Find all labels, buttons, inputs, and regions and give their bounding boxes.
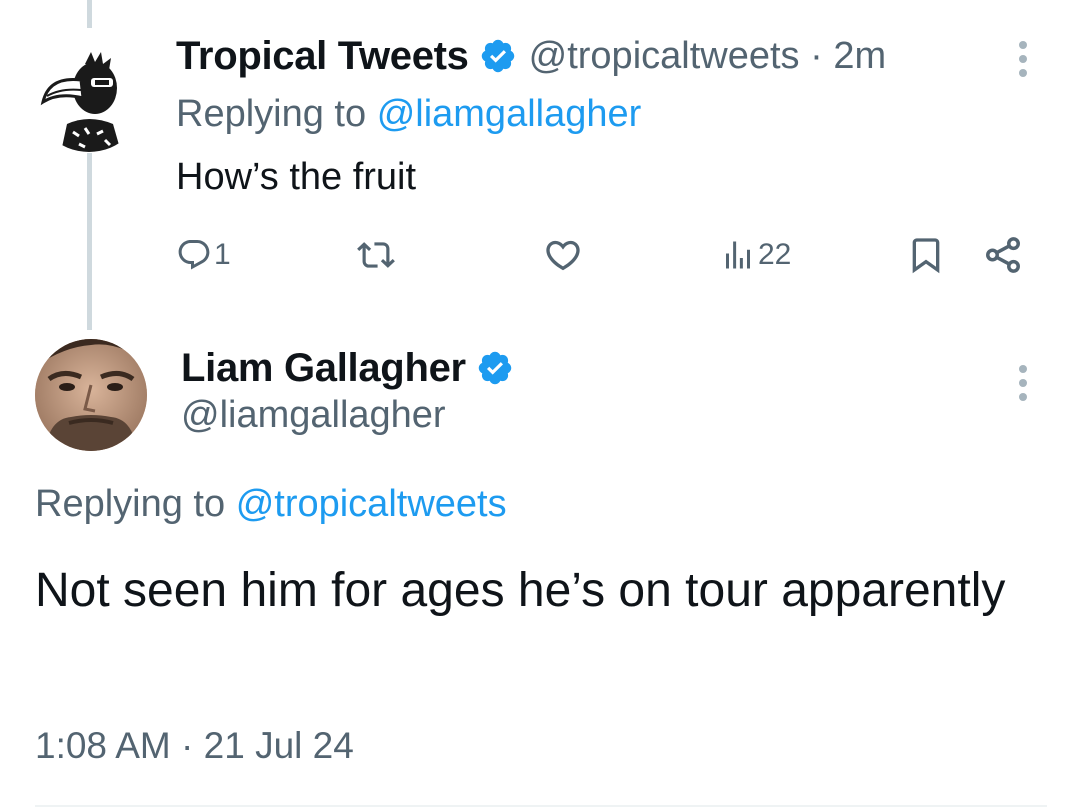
more-options-icon[interactable] [1016,365,1030,401]
reply-tweet-header: Tropical Tweets @tropicaltweets · 2m [176,30,886,82]
author-name[interactable]: Tropical Tweets [176,34,469,79]
bookmark-button[interactable] [906,230,946,280]
author-name[interactable]: Liam Gallagher [181,346,466,391]
reply-button[interactable]: 1 [176,230,231,280]
retweet-icon [357,236,395,274]
verified-badge-icon [476,349,514,387]
avatar[interactable] [35,339,147,451]
more-options-icon[interactable] [1016,41,1030,77]
bookmark-icon [906,235,946,275]
share-icon [982,234,1024,276]
author-handle[interactable]: @liamgallagher [181,394,446,437]
retweet-button[interactable] [357,230,397,280]
reply-icon [176,237,212,273]
avatar[interactable] [33,40,145,152]
views-button[interactable]: 22 [720,230,791,280]
reply-count: 1 [214,238,231,271]
main-tweet-text: Not seen him for ages he’s on tour appar… [35,564,1006,617]
like-button[interactable] [543,230,585,280]
tweet-timestamp[interactable]: 1:08 AM · 21 Jul 24 [35,725,354,767]
tweet-actions-bar: 1 22 [0,230,1080,280]
toucan-avatar-image [33,40,145,152]
thread-line-top [87,0,92,28]
profile-photo-image [35,339,147,451]
divider [35,805,1047,807]
main-tweet-header: Liam Gallagher [181,342,514,394]
views-icon [720,237,756,273]
like-icon [543,235,583,275]
mention-link[interactable]: @liamgallagher [377,93,642,135]
views-count: 22 [758,238,792,271]
replying-to-line: Replying to @tropicaltweets [35,483,507,525]
reply-tweet-text: How’s the fruit [176,156,417,198]
author-handle[interactable]: @tropicaltweets · 2m [529,35,886,78]
replying-to-line: Replying to @liamgallagher [176,93,642,135]
share-button[interactable] [982,230,1024,280]
verified-badge-icon [479,37,517,75]
mention-link[interactable]: @tropicaltweets [236,483,507,525]
